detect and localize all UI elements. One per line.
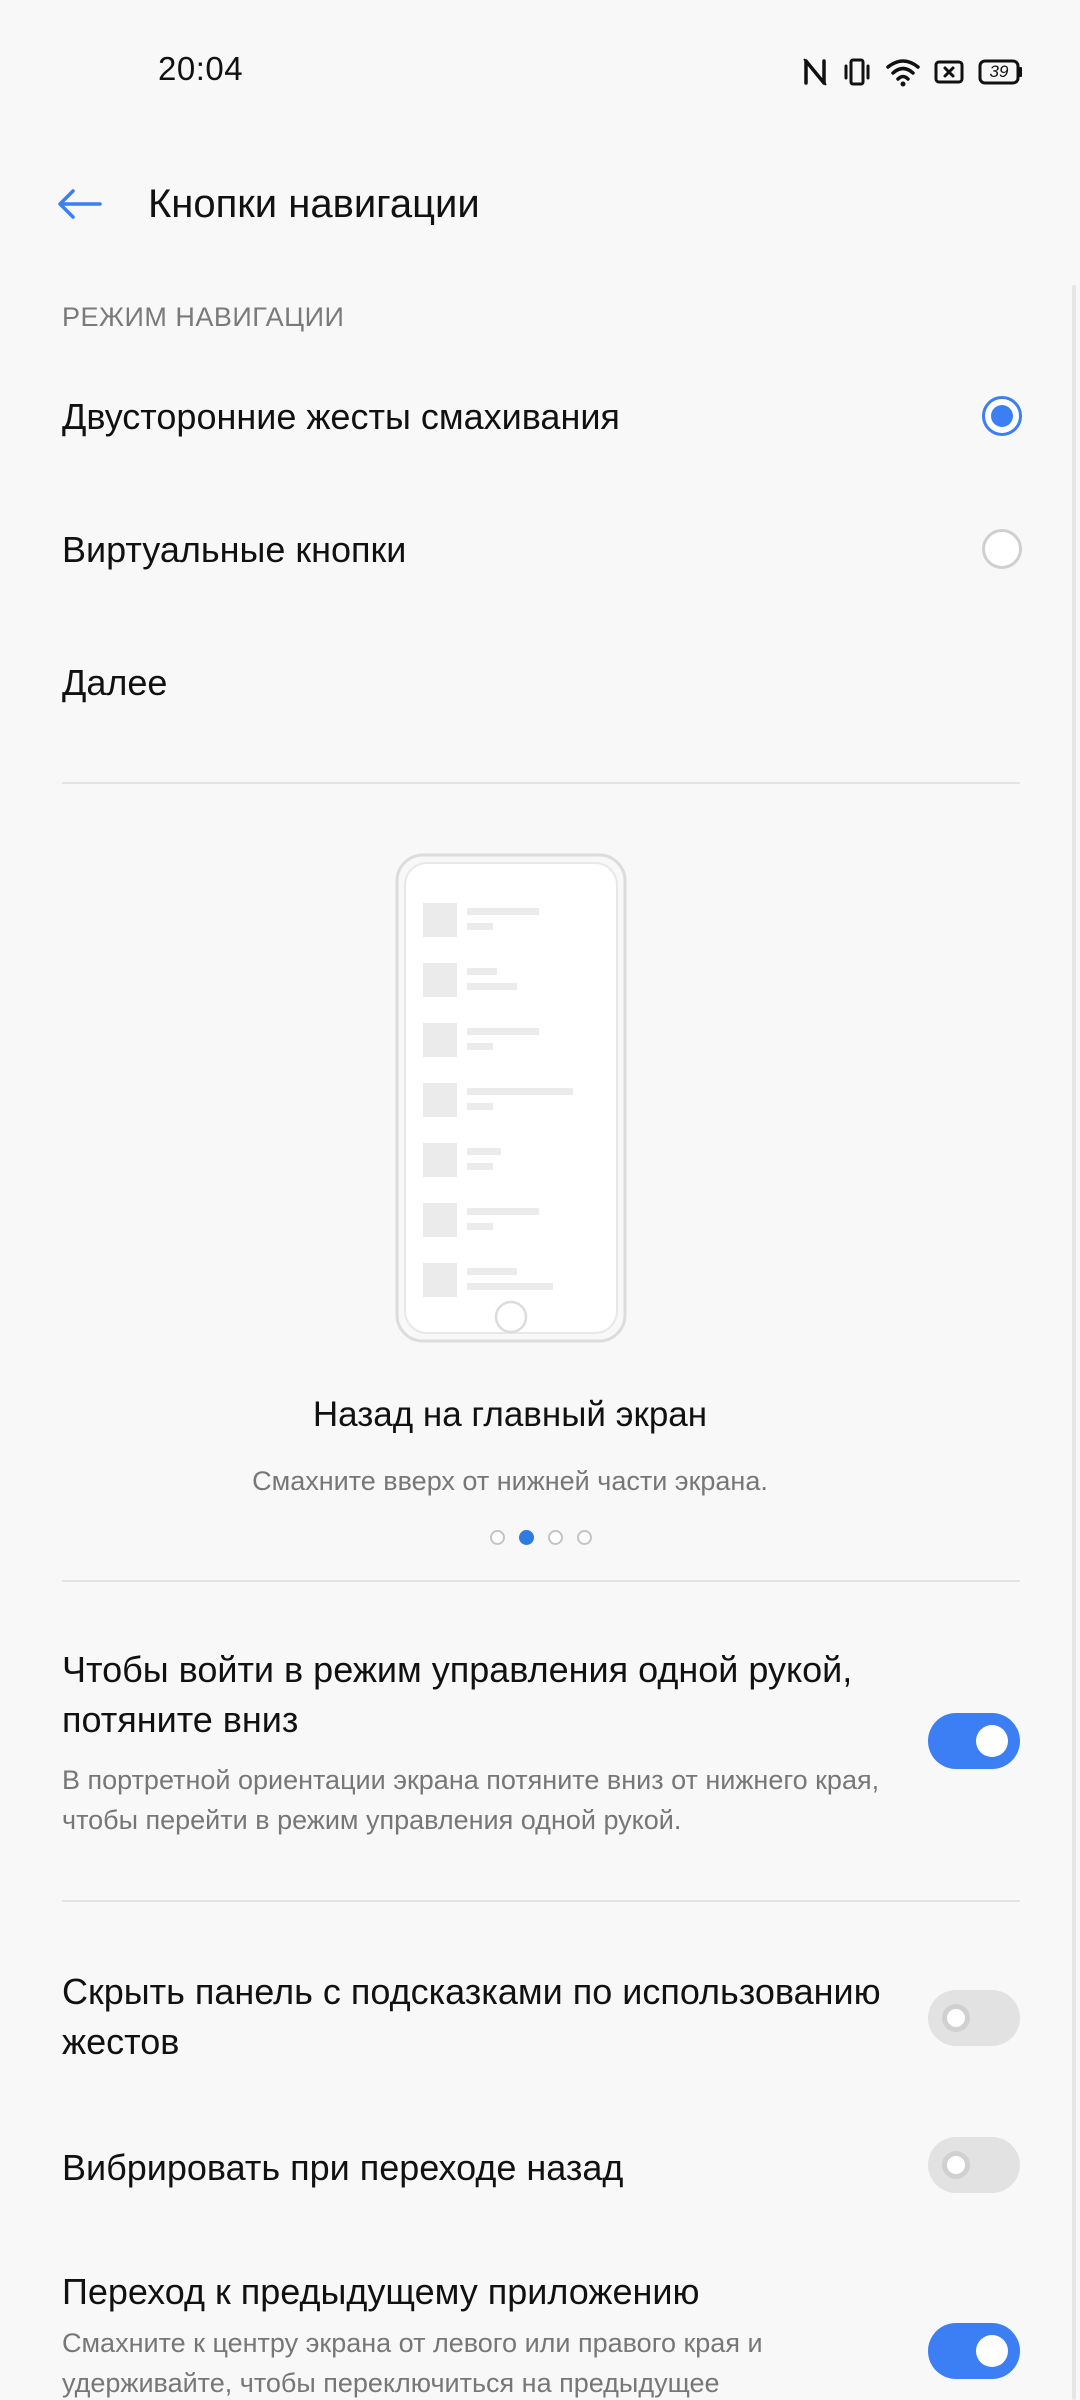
section-label-nav-mode: РЕЖИМ НАВИГАЦИИ <box>62 302 345 332</box>
toggle-switch-on[interactable] <box>928 2323 1020 2379</box>
setting-title: Скрыть панель с подсказками по использов… <box>62 1971 881 2062</box>
page-title: Кнопки навигации <box>148 182 480 226</box>
battery-level: 39 <box>989 62 1009 81</box>
setting-one-hand-mode[interactable]: Чтобы войти в режим управления одной рук… <box>0 1645 1080 1845</box>
radio-option-gestures[interactable]: Двусторонние жесты смахивания <box>0 362 1080 472</box>
setting-hide-hint-bar[interactable]: Скрыть панель с подсказками по использов… <box>0 1967 1080 2077</box>
arrow-left-icon <box>57 188 103 224</box>
header: Кнопки навигации <box>0 160 1080 260</box>
setting-description: Смахните к центру экрана от левого или п… <box>62 2328 763 2398</box>
radio-option-virtual-buttons[interactable]: Виртуальные кнопки <box>0 495 1080 605</box>
divider <box>62 1580 1020 1582</box>
page-dot <box>490 1530 505 1545</box>
status-icons: 39 <box>802 52 1024 92</box>
page-dot <box>577 1530 592 1545</box>
toggle-knob <box>942 2151 970 2179</box>
divider <box>62 782 1020 784</box>
screen-cast-icon <box>934 58 964 86</box>
status-bar: 20:04 39 <box>0 0 1080 140</box>
page-indicator <box>490 1530 592 1545</box>
radio-button-unselected[interactable] <box>982 529 1022 569</box>
divider <box>62 1900 1020 1902</box>
setting-title: Переход к предыдущему приложению <box>62 2271 700 2312</box>
radio-button-selected[interactable] <box>982 396 1022 436</box>
tutorial-subtitle: Смахните вверх от нижней части экрана. <box>252 1466 768 1496</box>
nfc-icon <box>802 57 828 87</box>
page-dot <box>548 1530 563 1545</box>
back-button[interactable] <box>48 174 112 238</box>
setting-title: Чтобы войти в режим управления одной рук… <box>62 1649 853 1740</box>
battery-icon: 39 <box>978 59 1024 85</box>
tutorial-title: Назад на главный экран <box>312 1395 708 1434</box>
setting-title: Вибрировать при переходе назад <box>62 2147 624 2188</box>
setting-previous-app[interactable]: Переход к предыдущему приложению Смахнит… <box>0 2267 1080 2400</box>
more-item[interactable]: Далее <box>0 628 1080 738</box>
toggle-knob <box>976 2335 1008 2367</box>
toggle-knob <box>942 2004 970 2032</box>
wifi-icon <box>886 57 920 87</box>
radio-label: Виртуальные кнопки <box>62 529 407 570</box>
setting-description: В портретной ориентации экрана потяните … <box>62 1765 880 1835</box>
page-dot-active <box>519 1530 534 1545</box>
more-label: Далее <box>62 662 168 703</box>
radio-label: Двусторонние жесты смахивания <box>62 396 620 437</box>
status-time: 20:04 <box>158 50 244 87</box>
toggle-switch-off[interactable] <box>928 2137 1020 2193</box>
phone-illustration <box>395 853 627 1343</box>
vibrate-icon <box>842 57 872 87</box>
toggle-switch-off[interactable] <box>928 1990 1020 2046</box>
toggle-knob <box>976 1725 1008 1757</box>
toggle-switch-on[interactable] <box>928 1713 1020 1769</box>
setting-vibrate-back[interactable]: Вибрировать при переходе назад <box>0 2137 1080 2223</box>
